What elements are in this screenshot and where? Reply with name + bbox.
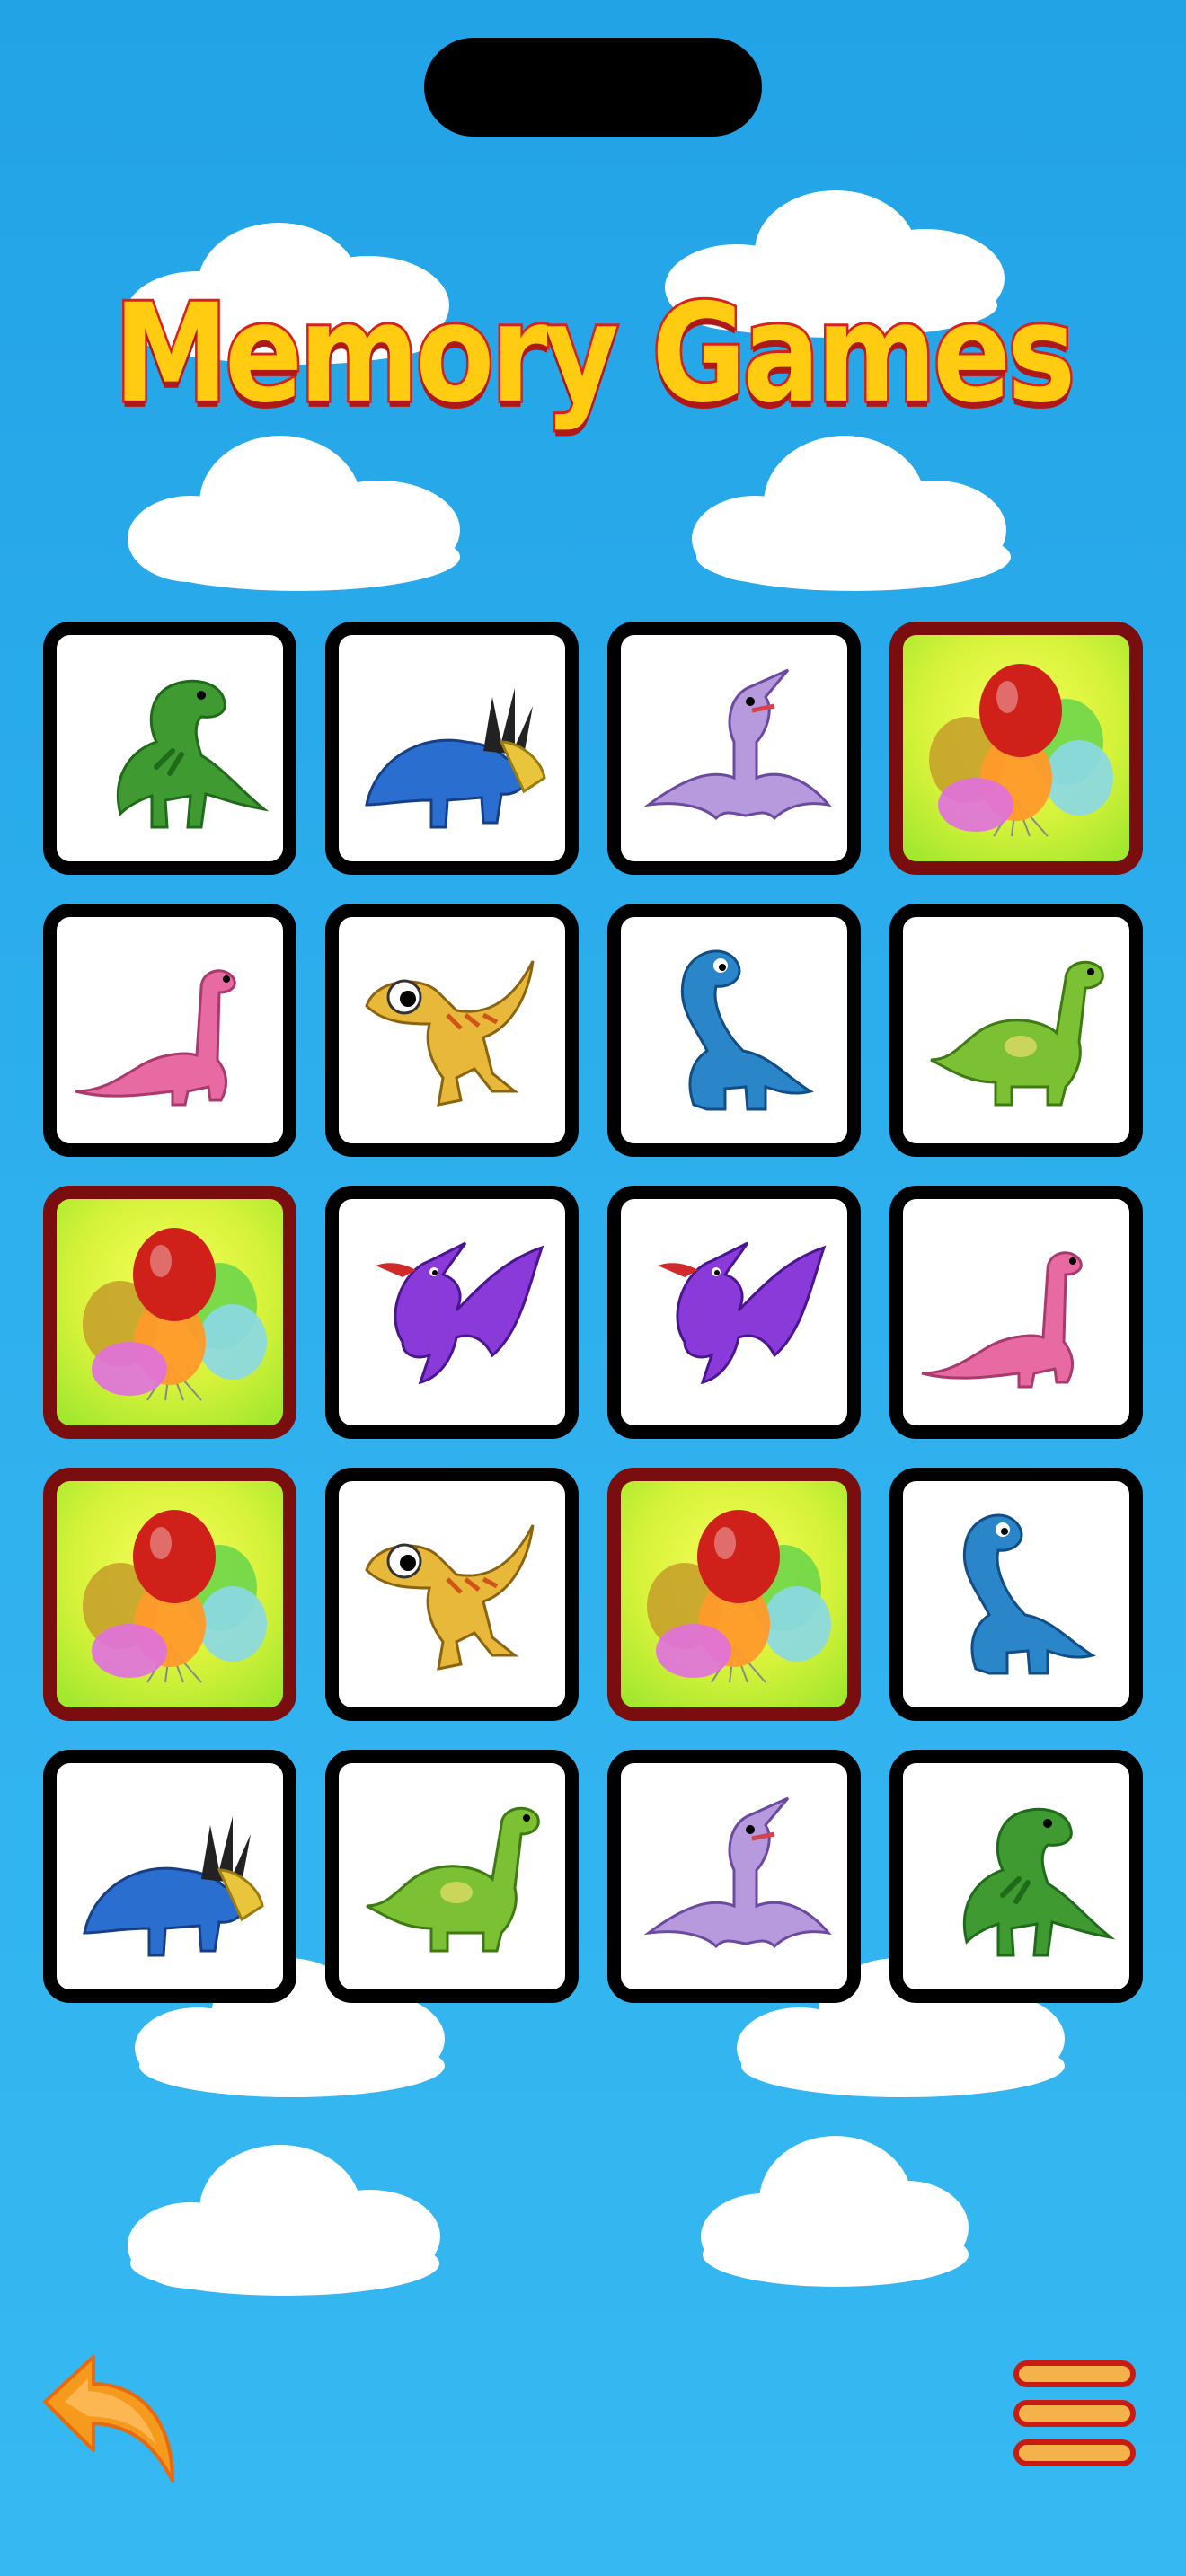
- memory-card[interactable]: [325, 1750, 579, 2003]
- memory-card[interactable]: [325, 622, 579, 875]
- cloud-decoration: [701, 2136, 969, 2287]
- memory-card[interactable]: [890, 1468, 1143, 1721]
- pink-brontosaurus-icon: [66, 925, 273, 1135]
- balloons-card-back-icon: [631, 1489, 837, 1699]
- memory-card[interactable]: [607, 622, 861, 875]
- balloons-card-back-icon: [66, 1489, 273, 1699]
- blue-brontosaurus-icon: [913, 1489, 1120, 1699]
- dynamic-island: [424, 38, 762, 137]
- card-grid: [43, 622, 1143, 2003]
- memory-card[interactable]: [325, 1186, 579, 1439]
- memory-card[interactable]: [890, 1186, 1143, 1439]
- memory-card[interactable]: [43, 622, 296, 875]
- memory-card[interactable]: [43, 1468, 296, 1721]
- memory-card[interactable]: [607, 1186, 861, 1439]
- pink-brontosaurus-icon: [913, 1207, 1120, 1417]
- cloud-decoration: [128, 2145, 440, 2296]
- memory-card[interactable]: [325, 904, 579, 1157]
- memory-card[interactable]: [43, 1186, 296, 1439]
- balloons-card-back-icon: [66, 1207, 273, 1417]
- memory-card[interactable]: [890, 904, 1143, 1157]
- green-brontosaurus-icon: [913, 925, 1120, 1135]
- memory-card[interactable]: [607, 1468, 861, 1721]
- blue-brontosaurus-icon: [631, 925, 837, 1135]
- memory-card[interactable]: [325, 1468, 579, 1721]
- back-arrow-icon: [43, 2355, 174, 2483]
- cloud-decoration: [128, 436, 460, 591]
- memory-card[interactable]: [43, 1750, 296, 2003]
- game-title: Memory Games: [111, 273, 1077, 437]
- raptor-icon: [349, 925, 555, 1135]
- green-brontosaurus-icon: [349, 1771, 555, 1981]
- balloons-card-back-icon: [913, 643, 1120, 853]
- memory-card[interactable]: [43, 904, 296, 1157]
- styracosaurus-icon: [66, 1771, 273, 1981]
- memory-card[interactable]: [607, 904, 861, 1157]
- raptor-icon: [349, 1489, 555, 1699]
- cloud-decoration: [692, 436, 1011, 591]
- memory-card[interactable]: [890, 622, 1143, 875]
- trex-icon: [913, 1771, 1120, 1981]
- memory-card[interactable]: [607, 1750, 861, 2003]
- menu-button[interactable]: [1013, 2360, 1136, 2468]
- styracosaurus-icon: [349, 643, 555, 853]
- back-button[interactable]: [38, 2346, 181, 2490]
- purple-dragon-icon: [631, 1207, 837, 1417]
- memory-card[interactable]: [890, 1750, 1143, 2003]
- pterodactyl-icon: [631, 1771, 837, 1981]
- pterodactyl-icon: [631, 643, 837, 853]
- trex-icon: [66, 643, 273, 853]
- purple-dragon-icon: [349, 1207, 555, 1417]
